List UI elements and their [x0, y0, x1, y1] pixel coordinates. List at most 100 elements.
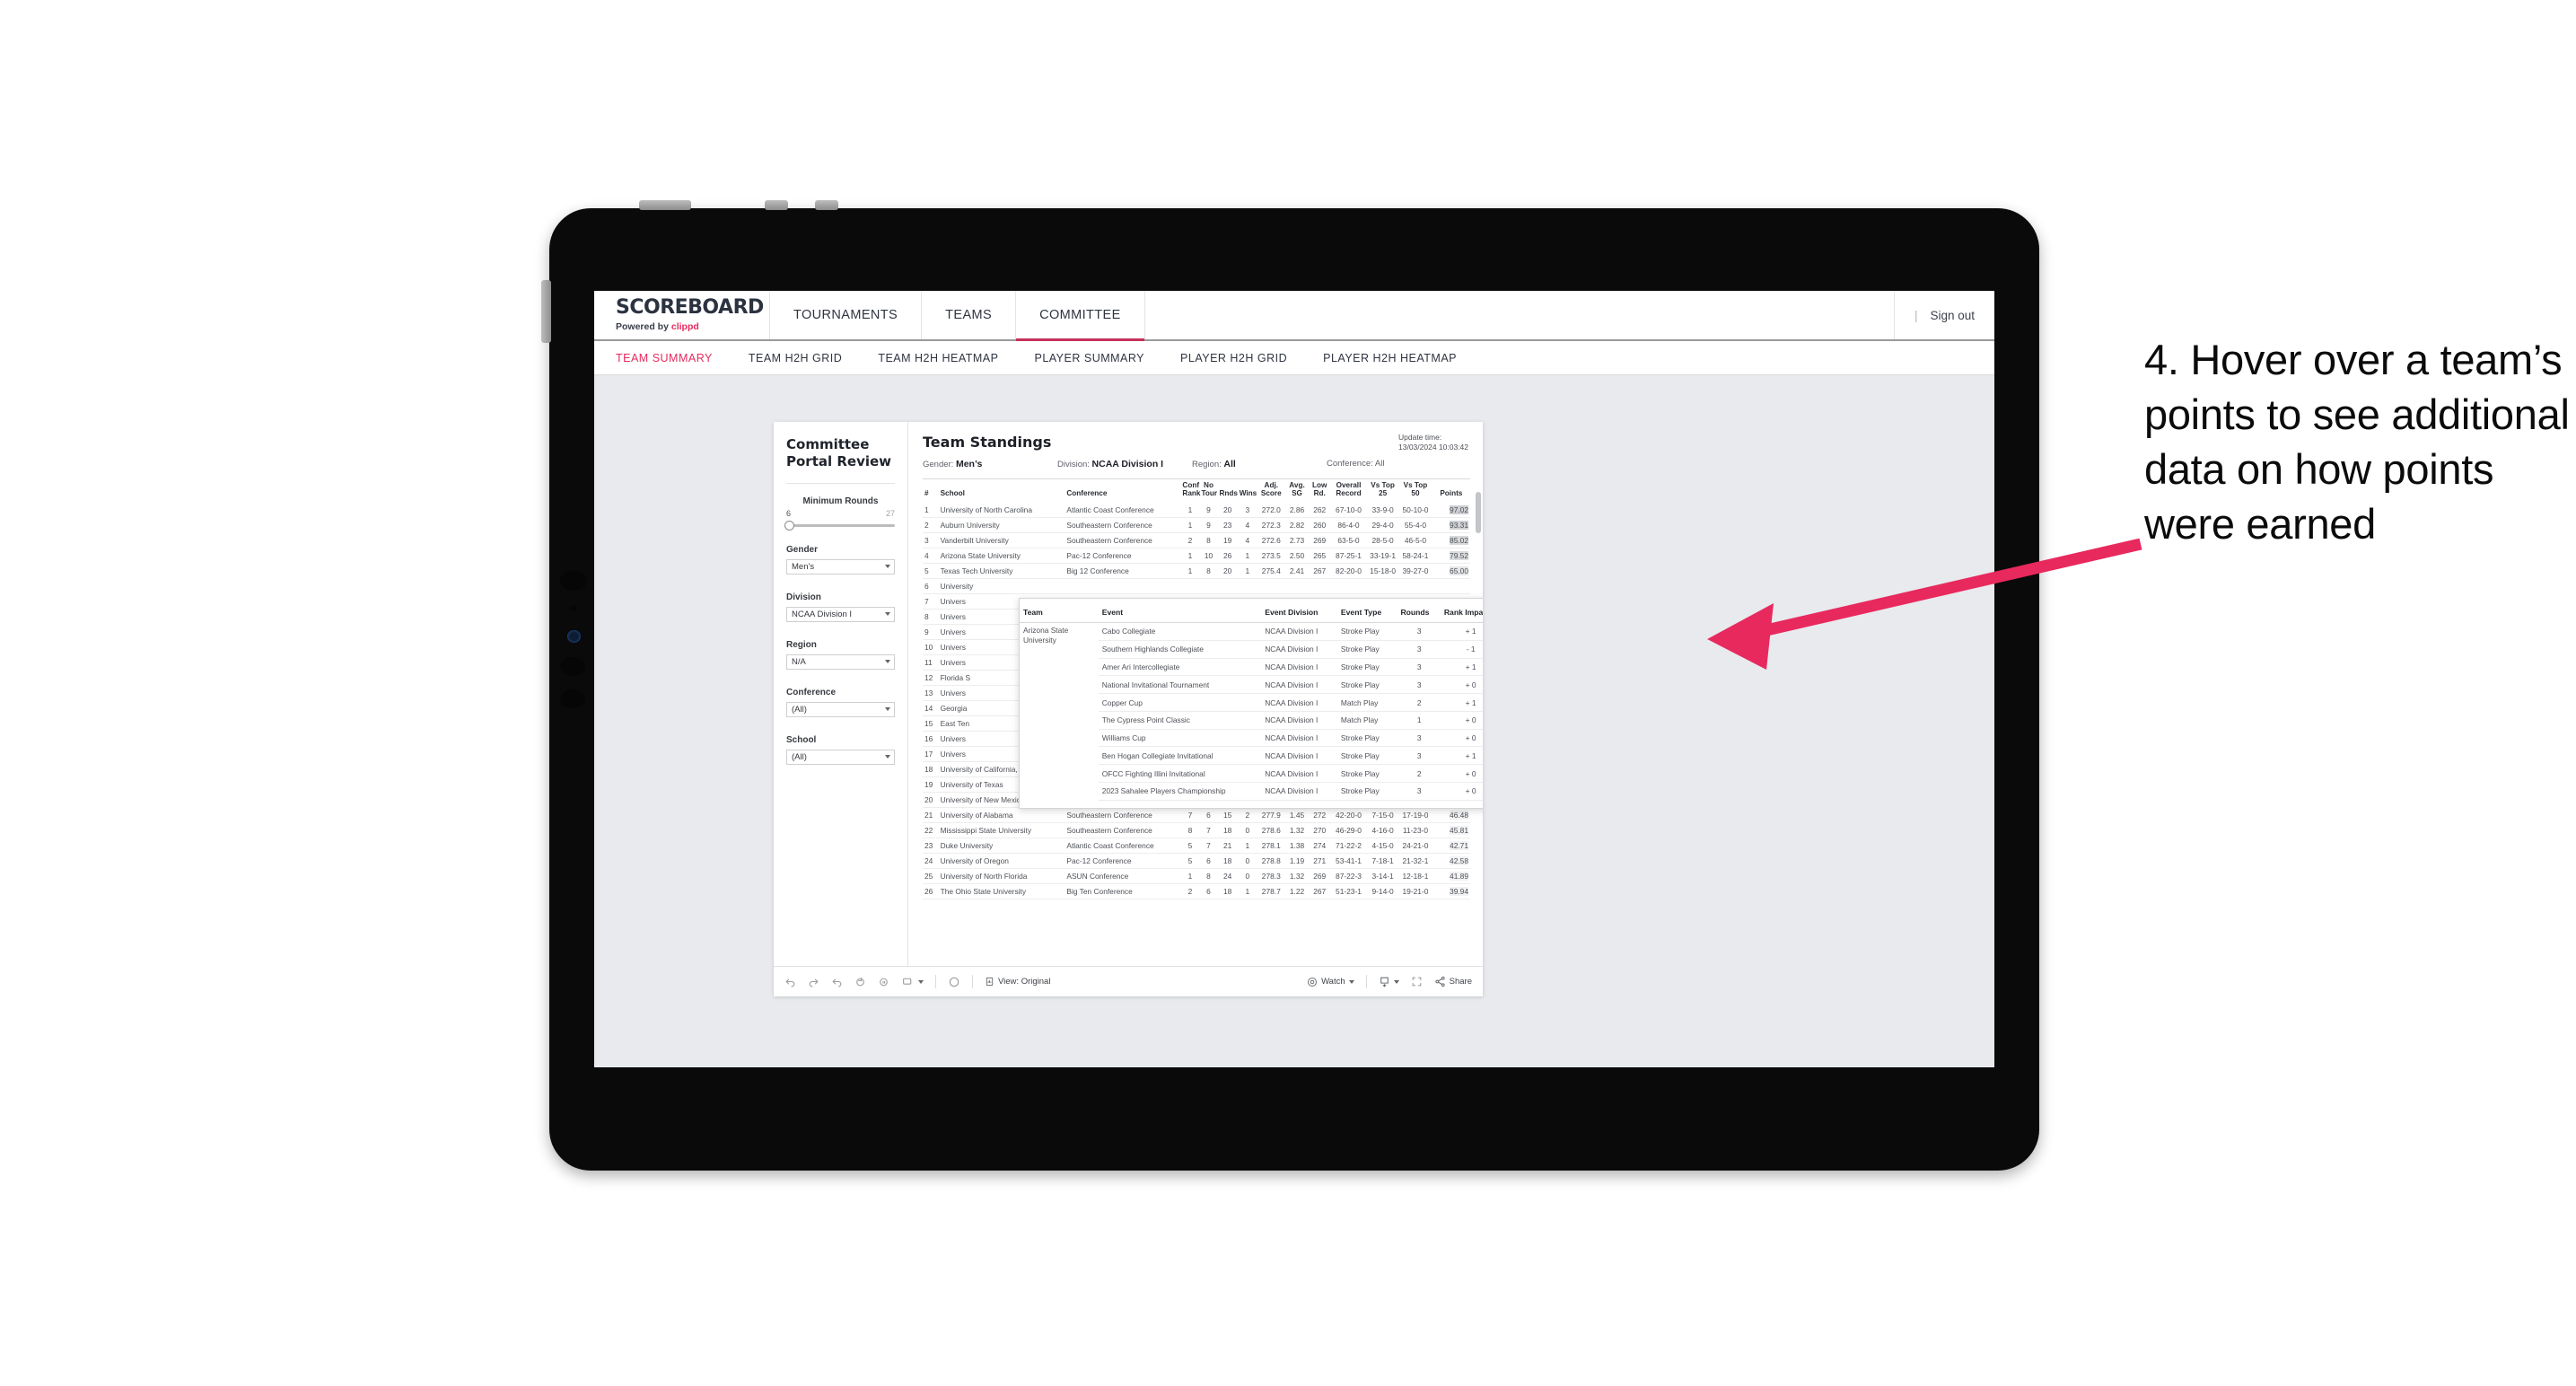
division-value: NCAA Division I — [792, 609, 853, 619]
device-layout-icon[interactable] — [901, 976, 924, 987]
cell-rank: 9 — [923, 624, 939, 641]
cell-vs50: 11-23-0 — [1398, 822, 1433, 839]
volume-up-button[interactable] — [765, 200, 788, 210]
conference-select[interactable]: (All) — [786, 701, 895, 717]
cell-conference: Atlantic Coast Conference — [1065, 838, 1181, 855]
col-rnds[interactable]: Rnds — [1217, 479, 1237, 503]
region-select[interactable]: N/A — [786, 654, 895, 670]
table-row[interactable]: 1 University of North Carolina Atlantic Co… — [923, 503, 1470, 519]
points-value[interactable]: 41.89 — [1450, 872, 1468, 882]
cell-avg_sg: 1.38 — [1284, 838, 1310, 855]
cell-points: 39.94 — [1432, 883, 1470, 900]
volume-down-button[interactable] — [815, 200, 838, 210]
download-button[interactable] — [1379, 976, 1399, 987]
brand-logo[interactable]: SCOREBOARD Powered by clippd — [594, 291, 770, 339]
table-row[interactable]: 4 Arizona State University Pac-12 Conferen… — [923, 548, 1470, 565]
col-avg-sg[interactable]: Avg. SG — [1285, 479, 1310, 503]
table-row[interactable]: 3 Vanderbilt University Southeastern Confe… — [923, 532, 1470, 549]
watch-button[interactable]: Watch — [1307, 977, 1354, 987]
points-value[interactable]: 46.48 — [1450, 811, 1468, 820]
col-no-tour[interactable]: No Tour — [1200, 479, 1218, 503]
tooltip-cell-impact: + 0 — [1440, 711, 1483, 730]
tooltip-cell-division: NCAA Division I — [1261, 746, 1337, 766]
col-conf-rank[interactable]: Conf Rank — [1180, 479, 1200, 503]
side-button[interactable] — [541, 280, 551, 343]
tooltip-cell-division: NCAA Division I — [1261, 782, 1337, 801]
col-rank[interactable]: # — [923, 479, 939, 503]
tab-player-summary[interactable]: PLAYER SUMMARY — [1034, 352, 1144, 364]
cell-conf_rank: 8 — [1180, 822, 1200, 839]
points-value[interactable]: 65.00 — [1450, 566, 1468, 576]
sign-out-link[interactable]: Sign out — [1930, 309, 1975, 322]
school-label: School — [786, 734, 817, 745]
revert-icon[interactable] — [831, 976, 843, 987]
points-value[interactable]: 39.94 — [1450, 887, 1468, 897]
pause-icon[interactable] — [878, 976, 889, 987]
col-vs-top-25[interactable]: Vs Top 25 — [1367, 479, 1398, 503]
fullscreen-button[interactable] — [1411, 976, 1423, 987]
col-conference[interactable]: Conference — [1065, 479, 1180, 503]
tooltip-cell-impact: + 0 — [1440, 764, 1483, 784]
table-row[interactable]: 25 University of North Florida ASUN Confer… — [923, 868, 1470, 885]
col-low-rd[interactable]: Low Rd. — [1310, 479, 1330, 503]
cell-rank: 15 — [923, 715, 939, 732]
gender-select[interactable]: Men’s — [786, 558, 895, 575]
toolbar-divider — [1365, 975, 1367, 988]
table-row[interactable]: 5 Texas Tech University Big 12 Conference 1… — [923, 563, 1470, 580]
minimum-rounds-slider[interactable] — [784, 520, 895, 531]
power-button[interactable] — [639, 200, 691, 210]
cell-rank: 14 — [923, 700, 939, 717]
nav-item-teams[interactable]: TEAMS — [922, 291, 1017, 339]
cell-vs25: 9-14-0 — [1367, 883, 1399, 900]
tab-team-h2h-heatmap[interactable]: TEAM H2H HEATMAP — [878, 352, 998, 364]
points-value[interactable]: 42.71 — [1450, 841, 1468, 851]
standings-scrollbar[interactable] — [1476, 492, 1481, 533]
col-wins[interactable]: Wins — [1238, 479, 1257, 503]
tab-player-h2h-heatmap[interactable]: PLAYER H2H HEATMAP — [1323, 352, 1457, 364]
col-adj-score[interactable]: Adj. Score — [1257, 479, 1285, 503]
points-value[interactable]: 45.81 — [1450, 826, 1468, 836]
alerts-icon[interactable] — [948, 976, 960, 988]
table-row[interactable]: 26 The Ohio State University Big Ten Confe… — [923, 883, 1470, 900]
col-points[interactable]: Points — [1433, 479, 1470, 503]
table-row[interactable]: 23 Duke University Atlantic Coast Conferen… — [923, 838, 1470, 855]
tooltip-cell-type: Stroke Play — [1336, 782, 1398, 801]
undo-icon[interactable] — [784, 976, 796, 987]
slider-handle[interactable] — [784, 520, 794, 531]
refresh-icon[interactable] — [854, 976, 866, 987]
points-value[interactable]: 85.02 — [1450, 536, 1468, 546]
gender-filter: Gender Men’s — [786, 545, 895, 575]
table-row[interactable]: 21 University of Alabama Southeastern Conf… — [923, 807, 1470, 824]
table-row[interactable]: 6 University — [923, 578, 1470, 595]
redo-icon[interactable] — [808, 976, 819, 987]
cell-wins: 4 — [1237, 532, 1258, 549]
points-value[interactable]: 97.02 — [1450, 505, 1468, 515]
col-overall-record[interactable]: Overall Record — [1330, 479, 1367, 503]
tooltip-row: Arizona State University Cabo Collegiate N… — [1020, 622, 1483, 645]
cell-conf_rank: 2 — [1180, 532, 1200, 549]
points-value[interactable]: 79.52 — [1450, 551, 1468, 561]
cell-points: 97.02 — [1432, 503, 1470, 519]
tab-player-h2h-grid[interactable]: PLAYER H2H GRID — [1180, 352, 1287, 364]
table-row[interactable]: 2 Auburn University Southeastern Conferenc… — [923, 517, 1470, 534]
points-value[interactable]: 93.31 — [1450, 521, 1468, 531]
tooltip-col-event: Event — [1098, 604, 1262, 623]
table-row[interactable]: 24 University of Oregon Pac-12 Conference 5… — [923, 853, 1470, 870]
division-select[interactable]: NCAA Division I — [786, 606, 895, 622]
tab-team-summary[interactable]: TEAM SUMMARY — [616, 352, 713, 364]
col-vs-top-50[interactable]: Vs Top 50 — [1398, 479, 1433, 503]
front-camera-icon — [567, 630, 581, 643]
nav-item-tournaments[interactable]: TOURNAMENTS — [770, 291, 923, 339]
share-button[interactable]: Share — [1434, 976, 1472, 987]
tab-team-h2h-grid[interactable]: TEAM H2H GRID — [749, 352, 842, 364]
tooltip-cell-rounds: 3 — [1397, 729, 1441, 748]
table-row[interactable]: 22 Mississippi State University Southeaste… — [923, 822, 1470, 839]
nav-item-committee[interactable]: COMMITTEE — [1016, 291, 1145, 341]
workspace: Committee Portal Review Minimum Rounds 6… — [594, 375, 1994, 1067]
tooltip-cell-type: Match Play — [1336, 693, 1398, 712]
points-value[interactable]: 42.58 — [1450, 856, 1468, 866]
view-original-button[interactable]: View: Original — [985, 976, 1050, 987]
school-select[interactable]: (All) — [786, 749, 895, 765]
col-school[interactable]: School — [939, 479, 1065, 503]
breadcrumb-value: All — [1223, 459, 1236, 469]
